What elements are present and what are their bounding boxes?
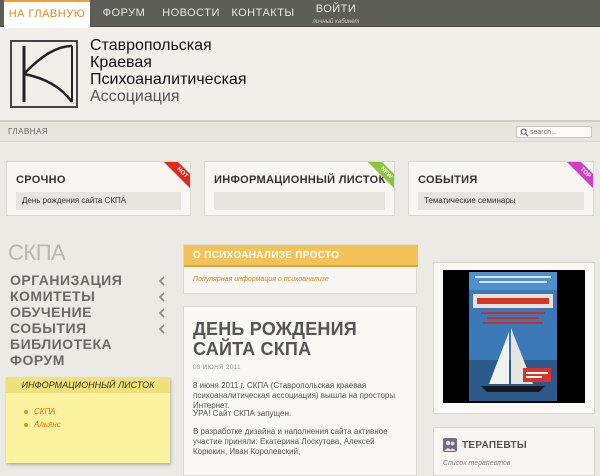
sticky-link-alliance[interactable]: Альянс	[34, 420, 61, 429]
nav-news[interactable]: НОВОСТИ	[158, 0, 224, 27]
sticky-title: ИНФОРМАЦИОННЫЙ ЛИСТОК	[6, 377, 170, 393]
urgent-title: СРОЧНО	[16, 174, 66, 186]
search-input[interactable]	[530, 127, 590, 137]
article-title-line-1: ДЕНЬ РОЖДЕНИЯ	[193, 319, 357, 339]
chevron-left-icon[interactable]	[158, 324, 166, 334]
therapists-box: ТЕРАПЕВТЫ Список терапевтов	[433, 427, 595, 476]
article-title-line-2: САЙТА СКПА	[193, 339, 312, 359]
info-sheet-sticky-note: ИНФОРМАЦИОННЫЙ ЛИСТОК СКПА Альянс	[6, 377, 170, 463]
hot-ribbon: HOT	[162, 162, 190, 193]
logo-icon[interactable]	[10, 40, 78, 108]
sidebar-item-events[interactable]: СОБЫТИЯ	[10, 320, 87, 336]
therapists-list-link[interactable]: Список терапевтов	[443, 460, 511, 467]
nav-forum[interactable]: ФОРУМ	[96, 0, 152, 27]
logo-text[interactable]: Ставропольская Краевая Психоаналитическа…	[90, 37, 246, 105]
therapists-title[interactable]: ТЕРАПЕВТЫ	[462, 440, 527, 451]
article-paragraph-1: 8 июня 2011 г. СКПА (Ставропольская крае…	[193, 381, 396, 410]
bullet-icon	[24, 410, 28, 414]
breadcrumb-bar: ГЛАВНАЯ	[0, 120, 600, 142]
sidebar-item-forum[interactable]: ФОРУМ	[10, 352, 65, 368]
logo-line-1: Ставропольская	[90, 37, 212, 54]
info-sheet-title: ИНФОРМАЦИОННЫЙ ЛИСТОК	[214, 174, 386, 186]
psychoanalysis-header: О ПСИХОАНАЛИЗЕ ПРОСТО	[184, 245, 418, 267]
psychoanalysis-subtitle[interactable]: Популярная информация о психоанализе	[193, 276, 329, 283]
sidebar-item-education[interactable]: ОБУЧЕНИЕ	[10, 304, 92, 320]
top-ribbon: TOP	[565, 162, 593, 193]
photo-frame	[433, 262, 595, 414]
article-paragraph-3: В разработке дизайна и наполнения сайта …	[193, 427, 388, 456]
logo-line-2: Краевая	[90, 54, 152, 71]
psychoanalysis-box: О ПСИХОАНАЛИЗЕ ПРОСТО Популярная информа…	[183, 244, 418, 294]
nav-login-label: ВОЙТИ	[315, 3, 357, 15]
users-icon	[443, 438, 457, 452]
article-title[interactable]: ДЕНЬ РОЖДЕНИЯ САЙТА СКПА	[193, 319, 413, 359]
article: ДЕНЬ РОЖДЕНИЯ САЙТА СКПА 08 ИЮНЯ 2011 8 …	[183, 306, 417, 476]
urgent-item[interactable]: День рождения сайта СКПА	[16, 192, 181, 210]
nav-contacts[interactable]: КОНТАКТЫ	[230, 0, 296, 27]
chevron-left-icon[interactable]	[158, 308, 166, 318]
events-title: СОБЫТИЯ	[418, 174, 478, 186]
events-box: СОБЫТИЯ Тематические семинары TOP	[408, 161, 594, 216]
sidebar-item-committees[interactable]: КОМИТЕТЫ	[10, 288, 95, 304]
sidebar-item-organization[interactable]: ОРГАНИЗАЦИЯ	[10, 272, 122, 288]
logo-line-4: Ассоциация	[90, 88, 180, 105]
chevron-left-icon[interactable]	[158, 276, 166, 286]
photo[interactable]	[443, 270, 585, 403]
info-sheet-item[interactable]	[214, 192, 385, 210]
logo-line-3: Психоаналитическая	[90, 71, 247, 88]
bullet-icon	[24, 423, 28, 427]
nav-home[interactable]: НА ГЛАВНУЮ	[4, 0, 90, 28]
info-sheet-box: ИНФОРМАЦИОННЫЙ ЛИСТОК NEW	[204, 161, 395, 216]
sidebar-item-library[interactable]: БИБЛИОТЕКА	[10, 336, 112, 352]
sidebar-title: СКПА	[8, 240, 66, 265]
top-navigation: НА ГЛАВНУЮ ФОРУМ НОВОСТИ КОНТАКТЫ ВОЙТИ …	[0, 0, 600, 28]
search-icon[interactable]	[520, 128, 529, 137]
article-date: 08 ИЮНЯ 2011	[193, 365, 241, 371]
nav-login[interactable]: ВОЙТИ личный кабинет	[304, 3, 368, 25]
events-item[interactable]: Тематические семинары	[418, 192, 584, 210]
sticky-link-skpa[interactable]: СКПА	[34, 407, 56, 416]
chevron-left-icon[interactable]	[158, 292, 166, 302]
psychoanalysis-title[interactable]: О ПСИХОАНАЛИЗЕ ПРОСТО	[193, 250, 339, 261]
breadcrumb[interactable]: ГЛАВНАЯ	[8, 127, 48, 136]
poster-image	[469, 272, 557, 401]
article-paragraph-2: УРА! Сайт СКПА запущен.	[193, 409, 292, 418]
search-box	[516, 126, 592, 138]
urgent-box: СРОЧНО День рождения сайта СКПА HOT	[6, 161, 191, 216]
